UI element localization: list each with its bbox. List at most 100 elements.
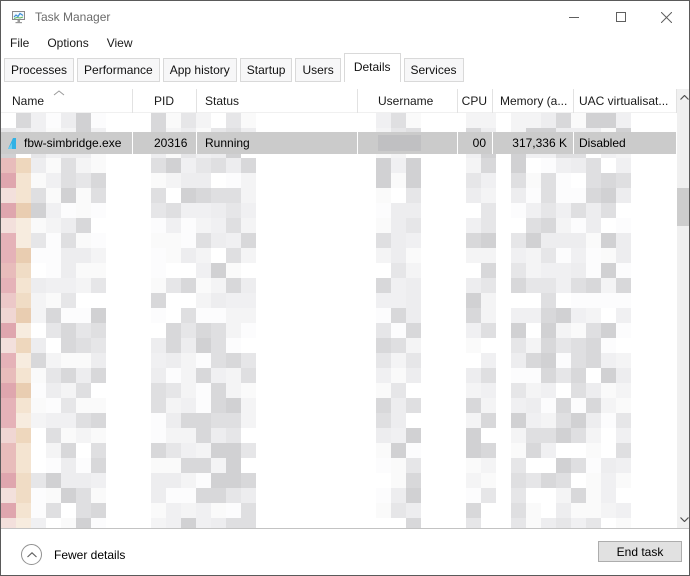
fewer-details-button[interactable]: Fewer details [21, 544, 125, 565]
blur-cell [481, 398, 496, 413]
blur-cell [511, 443, 526, 458]
blur-cell [511, 383, 526, 398]
end-task-button[interactable]: End task [598, 541, 682, 562]
tab-processes[interactable]: Processes [4, 58, 74, 82]
blur-cell [91, 158, 106, 173]
blur-cell [556, 473, 571, 488]
blur-cell [151, 518, 166, 528]
blur-cell [406, 473, 421, 488]
blur-cell [46, 293, 61, 308]
blur-cell [391, 368, 406, 383]
blur-cell [46, 383, 61, 398]
blur-cell [601, 428, 616, 443]
scroll-up-button[interactable] [677, 89, 690, 106]
blur-cell [511, 173, 526, 188]
blur-cell [166, 113, 181, 128]
blur-cell [526, 278, 541, 293]
blur-cell [1, 503, 16, 518]
blur-cell [61, 413, 76, 428]
tab-details[interactable]: Details [344, 53, 401, 82]
title-bar[interactable]: Task Manager [1, 1, 689, 33]
blur-cell [586, 308, 601, 323]
scroll-down-button[interactable] [677, 511, 690, 528]
blur-cell [196, 428, 211, 443]
blur-cell [376, 293, 391, 308]
blur-cell [211, 338, 226, 353]
blur-cell [406, 383, 421, 398]
blur-cell [391, 308, 406, 323]
blur-cell [16, 248, 31, 263]
blur-cell [541, 218, 556, 233]
blur-cell [376, 158, 391, 173]
blur-cell [181, 383, 196, 398]
column-header-memory[interactable]: Memory (a... [493, 89, 574, 113]
column-header-uac[interactable]: UAC virtualisat... [574, 89, 677, 113]
blur-cell [241, 338, 256, 353]
blur-cell [196, 368, 211, 383]
blur-cell [91, 338, 106, 353]
blur-cell [376, 383, 391, 398]
tab-performance[interactable]: Performance [77, 58, 160, 82]
blur-cell [151, 458, 166, 473]
column-header-pid[interactable]: PID [133, 89, 197, 113]
tab-app-history[interactable]: App history [163, 58, 237, 82]
blur-cell [481, 368, 496, 383]
blur-cell [211, 158, 226, 173]
blur-cell [76, 443, 91, 458]
menu-view[interactable]: View [98, 33, 142, 53]
column-header-username[interactable]: Username [358, 89, 458, 113]
blur-cell [616, 443, 631, 458]
blur-cell [1, 473, 16, 488]
tab-startup[interactable]: Startup [240, 58, 293, 82]
blur-cell [61, 398, 76, 413]
blur-cell [526, 308, 541, 323]
column-header-status[interactable]: Status [197, 89, 358, 113]
blur-cell [481, 113, 496, 128]
blur-cell [16, 173, 31, 188]
blur-cell [526, 233, 541, 248]
menu-file[interactable]: File [1, 33, 38, 53]
blur-cell [181, 428, 196, 443]
blur-cell [541, 518, 556, 528]
tab-services[interactable]: Services [404, 58, 464, 82]
blur-cell [181, 278, 196, 293]
blur-cell [466, 158, 481, 173]
blur-cell [601, 353, 616, 368]
blur-cell [481, 353, 496, 368]
blur-cell [481, 233, 496, 248]
tab-users[interactable]: Users [295, 58, 340, 82]
blur-cell [151, 368, 166, 383]
blur-cell [241, 443, 256, 458]
blur-cell [241, 308, 256, 323]
blur-cell [601, 398, 616, 413]
blur-cell [61, 323, 76, 338]
vertical-scrollbar[interactable] [677, 89, 690, 528]
blur-cell [151, 488, 166, 503]
blur-cell [196, 308, 211, 323]
blur-cell [61, 218, 76, 233]
blur-cell [31, 278, 46, 293]
column-header-name[interactable]: Name [1, 89, 133, 113]
minimize-button[interactable] [550, 2, 597, 32]
blur-cell [166, 383, 181, 398]
blur-cell [91, 278, 106, 293]
blur-cell [196, 113, 211, 128]
blur-cell [1, 413, 16, 428]
blur-cell [16, 203, 31, 218]
blur-cell [166, 503, 181, 518]
blur-cell [571, 473, 586, 488]
table-header: Name PID Status Username CPU Memory (a..… [1, 89, 677, 113]
menu-options[interactable]: Options [38, 33, 97, 53]
scrollbar-thumb[interactable] [677, 188, 690, 226]
blur-cell [406, 323, 421, 338]
blur-cell [556, 338, 571, 353]
blur-cell [61, 263, 76, 278]
close-button[interactable] [643, 2, 690, 32]
blur-cell [241, 173, 256, 188]
maximize-button[interactable] [597, 2, 644, 32]
blur-cell [181, 413, 196, 428]
table-row-selected-fbw-simbridge[interactable]: fbw-simbridge.exe 20316 Running 00 317,3… [1, 132, 677, 154]
column-header-cpu[interactable]: CPU [458, 89, 493, 113]
blur-cell [376, 278, 391, 293]
username-blur-block [378, 135, 421, 151]
